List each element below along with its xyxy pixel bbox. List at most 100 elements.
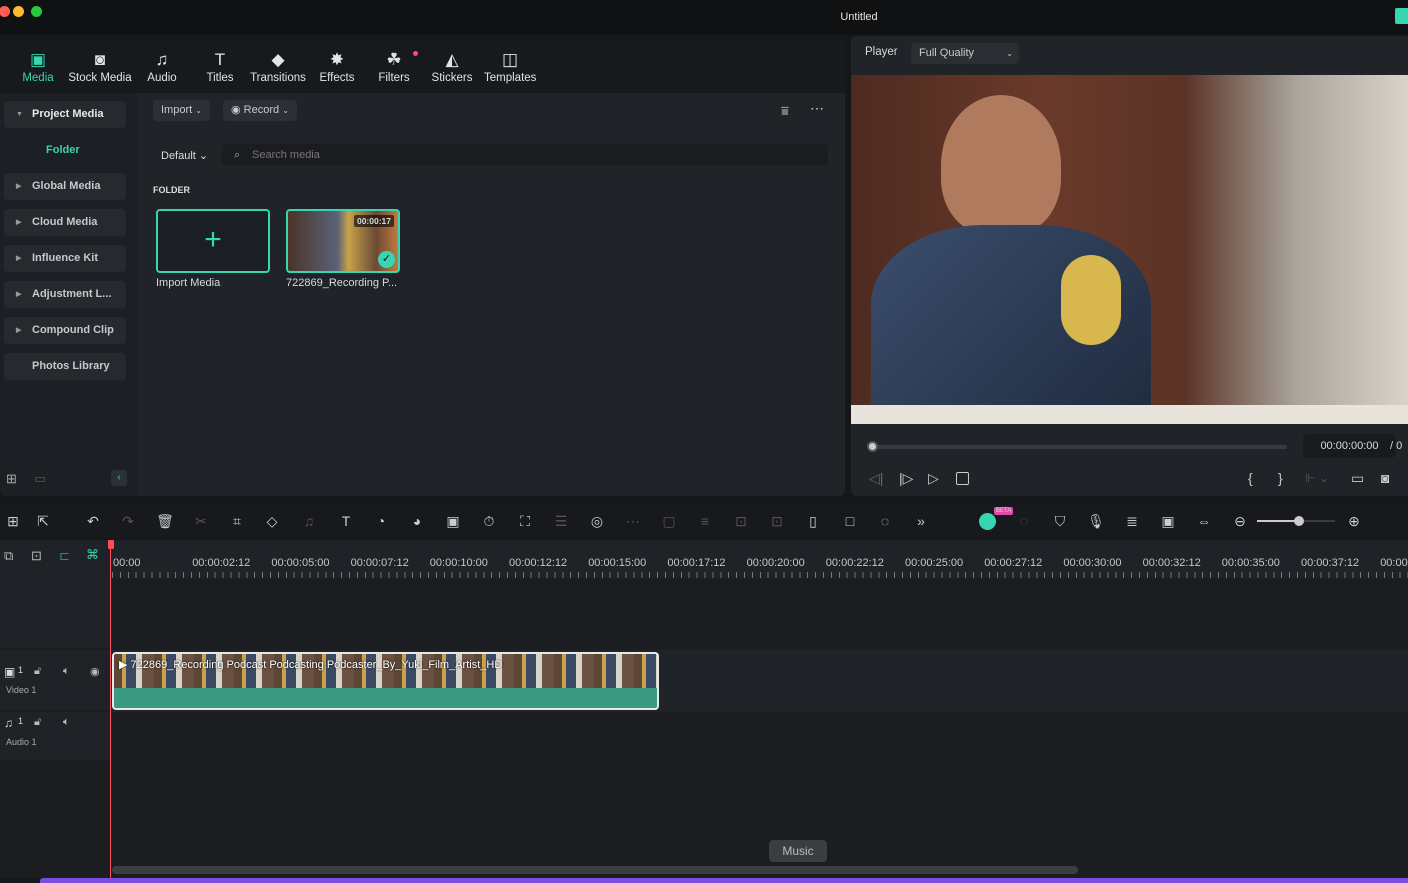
record-button[interactable]: ◉ Record ⌄	[223, 100, 297, 121]
link-icon[interactable]: ⊡	[31, 548, 42, 564]
sidebar-item-compound-clip[interactable]: ▶ Compound Clip	[4, 317, 126, 344]
sidebar-item-folder[interactable]: Folder	[46, 144, 80, 156]
layout-icon[interactable]: ⊞	[3, 513, 23, 530]
magnet-icon[interactable]: ⊏	[59, 548, 70, 564]
insert-icon[interactable]: ⊩ ⌄	[1305, 471, 1329, 485]
replace-icon[interactable]: ▣	[1158, 513, 1178, 530]
import-button[interactable]: Import ⌄	[153, 100, 210, 121]
more-options-icon[interactable]: ⋯	[810, 100, 824, 117]
sidebar-item-global-media[interactable]: ▶ Global Media	[4, 173, 126, 200]
adjust-icon[interactable]: ☰	[551, 513, 571, 530]
lock-icon[interactable]: 🔓︎	[34, 716, 41, 729]
import-media-tile[interactable]: +	[156, 209, 270, 273]
keyframe-icon[interactable]: ◇	[262, 513, 282, 530]
mark-out-icon[interactable]: }	[1278, 470, 1283, 486]
mute-icon[interactable]: 🔈︎	[63, 665, 70, 678]
render-preview-icon[interactable]: ◌	[1014, 513, 1034, 529]
voice-icon[interactable]: ▢	[659, 513, 679, 530]
mark-in-icon[interactable]: {	[1248, 470, 1253, 486]
speed-icon[interactable]: ◔	[371, 513, 391, 529]
add-track-icon[interactable]: ⧉	[4, 548, 13, 564]
playhead-handle[interactable]	[108, 540, 114, 549]
undo-icon[interactable]: ↶	[83, 513, 103, 530]
freeze-frame-icon[interactable]: ▯	[803, 513, 823, 530]
sidebar-item-influence-kit[interactable]: ▶ Influence Kit	[4, 245, 126, 272]
auto-reframe-icon[interactable]: ⛶	[515, 513, 535, 530]
lock-icon[interactable]: 🔓︎	[34, 665, 41, 678]
search-media-input[interactable]: ⌕ Search media	[222, 144, 828, 166]
ai-copilot-icon[interactable]	[979, 513, 996, 530]
tab-audio[interactable]: ♫ Audio	[144, 50, 180, 84]
stop-icon[interactable]	[956, 472, 969, 485]
folder-icon[interactable]: ▭	[34, 471, 46, 487]
playhead-scrubber[interactable]	[867, 441, 878, 452]
gift-icon[interactable]	[1395, 8, 1408, 24]
tab-templates[interactable]: ◫ Templates	[484, 50, 536, 84]
filters-icon: ☘	[386, 50, 402, 69]
track-number: 1	[18, 716, 24, 726]
zoom-in-icon[interactable]: ⊕	[1344, 513, 1364, 530]
tab-stock-media[interactable]: ◙ Stock Media	[68, 50, 132, 84]
more-tools-icon[interactable]: »	[911, 513, 931, 529]
stabilize-icon[interactable]: ≡	[695, 513, 715, 529]
text-to-speech-icon[interactable]: ⊡	[731, 513, 751, 530]
speech-to-text-icon[interactable]: ⊡	[767, 513, 787, 530]
smart-cutout-icon[interactable]: ◌	[875, 513, 895, 529]
tab-transitions[interactable]: ◆ Transitions	[250, 50, 306, 84]
snap-icon[interactable]: ⌘	[86, 547, 99, 563]
tab-stickers[interactable]: ◭ Stickers	[430, 50, 474, 84]
media-clip-thumbnail[interactable]: 00:00:17 ✓	[286, 209, 400, 273]
collapse-sidebar-button[interactable]: ‹	[111, 470, 127, 486]
fit-timeline-icon[interactable]: ⇔	[1194, 513, 1214, 529]
text-icon[interactable]: T	[336, 513, 356, 529]
quality-dropdown[interactable]: Full Quality ⌄	[911, 43, 1019, 64]
zoom-out-icon[interactable]: ⊖	[1230, 513, 1250, 530]
mask-icon[interactable]: ▣	[443, 513, 463, 530]
tab-titles[interactable]: T Titles	[202, 50, 238, 84]
eye-icon[interactable]: ◉	[90, 665, 100, 678]
sidebar-item-adjustment-layer[interactable]: ▶ Adjustment L...	[4, 281, 126, 308]
ai-audio-icon[interactable]: ◎	[587, 513, 607, 530]
chevron-down-icon: ⌄	[282, 106, 289, 115]
caret-right-icon: ▶	[16, 255, 22, 262]
tab-media[interactable]: ▣ Media	[20, 50, 56, 84]
select-tool-icon[interactable]: ⇱	[33, 513, 53, 530]
crop-icon[interactable]: ⌗	[227, 513, 247, 530]
delete-icon[interactable]: 🗑	[155, 513, 175, 530]
snapshot-camera-icon[interactable]: ◙	[1381, 470, 1389, 486]
playback-progress-bar[interactable]	[871, 445, 1287, 449]
play-icon[interactable]: ▷	[928, 470, 939, 487]
microphone-icon[interactable]: 🎙	[1086, 513, 1106, 530]
sidebar-item-project-media[interactable]: ▼ Project Media	[4, 101, 126, 128]
redo-icon[interactable]: ↷	[118, 513, 138, 530]
mute-icon[interactable]: 🔈︎	[63, 716, 70, 729]
cut-icon[interactable]: ✂	[191, 513, 211, 530]
zoom-slider-track[interactable]	[1299, 520, 1335, 522]
tab-filters[interactable]: ☘ Filters	[376, 50, 418, 84]
video-clip[interactable]: ▶ 722869_Recording Podcast Podcasting Po…	[112, 652, 659, 710]
audio-icon[interactable]: ♫	[299, 513, 319, 529]
playhead-line[interactable]	[110, 540, 111, 878]
timer-icon[interactable]: ⏱	[479, 513, 499, 530]
sort-dropdown[interactable]: Default ⌄	[161, 149, 208, 162]
audio-mixer-icon[interactable]: ≣	[1122, 513, 1142, 530]
previous-frame-icon[interactable]: ◁|	[869, 470, 883, 487]
aspect-ratio-icon[interactable]: □	[840, 513, 860, 529]
new-folder-icon[interactable]: ⊞	[6, 471, 17, 487]
video-preview[interactable]	[851, 75, 1408, 424]
ruler-tick-label: 00:00:17:12	[667, 557, 726, 569]
ruler-tick-label: 00:00:20:00	[746, 557, 805, 569]
track-name: Video 1	[6, 685, 37, 695]
color-icon[interactable]: ◕	[407, 513, 427, 529]
sidebar-item-cloud-media[interactable]: ▶ Cloud Media	[4, 209, 126, 236]
tab-effects[interactable]: ✸ Effects	[318, 50, 356, 84]
ai-caption-icon[interactable]: ⋯	[623, 513, 643, 530]
next-frame-icon[interactable]: |▷	[899, 470, 913, 487]
zoom-slider-handle[interactable]	[1294, 516, 1304, 526]
display-icon[interactable]: ▭	[1351, 470, 1364, 487]
sidebar-item-photos-library[interactable]: Photos Library	[4, 353, 126, 380]
caret-down-icon: ▼	[16, 111, 23, 118]
marker-icon[interactable]: ⛉	[1050, 513, 1070, 530]
horizontal-scrollbar[interactable]	[112, 866, 1078, 874]
filter-icon[interactable]: ⩸	[781, 103, 789, 119]
